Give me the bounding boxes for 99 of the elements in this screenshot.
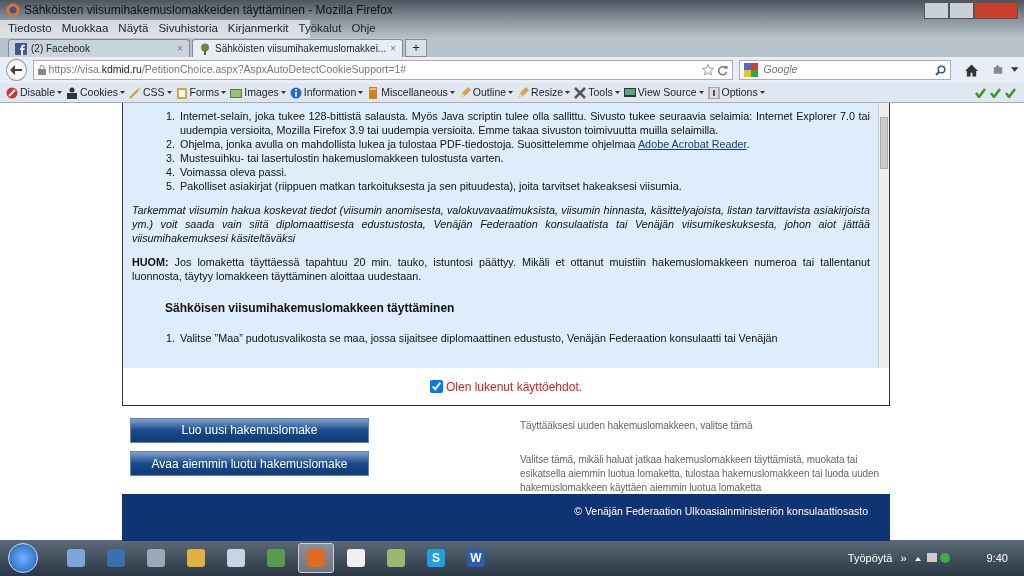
toolbar-menu[interactable]: Cookies — [66, 84, 125, 101]
list-item: Ohjelma, jonka avulla on mahdollista lukea ja tulostaa PDF-tiedostoja. Suosittelemme ohjelmaa Adobe Acrobat Reader. — [180, 137, 751, 151]
desktop-label[interactable]: Työpöytä — [847, 549, 893, 567]
caret-icon — [57, 91, 63, 94]
facebook-icon — [15, 42, 27, 55]
maximize-button[interactable] — [949, 1, 974, 19]
lock-icon — [37, 65, 46, 75]
menu-item[interactable]: Tiedosto — [8, 20, 52, 38]
caret-icon — [698, 91, 704, 94]
tools-icon — [574, 86, 587, 99]
arrow-icon — [10, 65, 23, 75]
caret-icon — [119, 91, 125, 94]
toolbar-menu[interactable]: Information — [289, 84, 364, 101]
toolbar-menu[interactable]: View Source — [623, 84, 704, 101]
menu-item[interactable]: Kirjanmerkit — [227, 20, 289, 38]
copyright-text: © Venäjän Federaation Ulkoasiainministeriön konsulaattiosasto — [574, 504, 868, 519]
toolbar-menu[interactable]: Miscellaneous — [367, 84, 455, 101]
pencil-icon — [458, 86, 471, 99]
pencil-icon — [517, 86, 530, 99]
check-icon — [1005, 87, 1016, 98]
url-text: https://visa.kdmid.ru/PetitionChoice.aspx?AspxAutoDetectCookieSupport=1# — [48, 62, 407, 78]
clipboard-icon — [175, 86, 188, 99]
toolbar-menu[interactable]: Resize — [517, 84, 571, 101]
toolbar-menu[interactable]: Options — [707, 84, 765, 101]
scrollbar[interactable] — [878, 103, 889, 368]
menu-item[interactable]: Ohje — [351, 20, 376, 38]
caret-icon — [565, 91, 571, 94]
home-icon[interactable] — [964, 63, 978, 77]
menu-item[interactable]: Näytä — [118, 20, 149, 38]
clock-text: 9:40 — [986, 550, 1008, 566]
list-item: Valitse ”Maa” pudotusvalikosta se maa, jossa sijaitsee diplomaattinen edustusto, Venäjän Federaation konsulaatti tai Venäjän — [180, 331, 779, 346]
toolbar-menu[interactable]: Images — [230, 84, 286, 101]
checkbox[interactable] — [429, 380, 443, 393]
list-number: 1. — [166, 331, 176, 346]
info-paragraph: Tarkemmat viisumin hakua koskevat tiedot (viisumin anomisesta, valokuvavaatimuksista, viisumin hinnasta, käsittelyajoista, listan tarvittavista asiakirjoista ym.) voit saada vain siitä diplomaattisesta edustustosta, Venäjän Federaation konsulaatista tai Venäjän viisumikeskuksesta, johon aiot jättää viisumihakemuksesi käsiteltäväksi — [132, 203, 870, 245]
reload-icon[interactable] — [716, 64, 728, 76]
action-description: Valitse tämä, mikäli haluat jatkaa hakemuslomakkeen täyttämistä, muokata tai esikatsella aiemmin luotua lomaketta, tulostaa hakemuslomakkeen tai luoda uuden hakemuslomakkeen käyttäen aiemmin luotua lomaketta — [520, 452, 880, 495]
window-title: Sähköisten viisumihakemuslomakkeiden täyttäminen - Mozilla Firefox — [24, 2, 393, 19]
menu-item[interactable]: Työkalut — [298, 20, 342, 38]
caret-icon — [280, 91, 286, 94]
app-letter-icon: S — [427, 549, 445, 567]
tree-icon — [199, 42, 211, 55]
monitor-icon — [623, 86, 636, 99]
minimize-button[interactable] — [924, 1, 949, 19]
search-icon[interactable] — [934, 64, 946, 76]
new-tab-button[interactable]: + — [405, 39, 428, 57]
caret-icon — [358, 91, 364, 94]
caret-icon — [614, 91, 620, 94]
book-icon — [367, 86, 380, 99]
toolbar-menu[interactable]: Tools — [574, 84, 620, 101]
firefox-icon — [6, 3, 20, 17]
caret-icon — [221, 91, 227, 94]
person-icon — [66, 86, 79, 99]
list-number: 2. — [166, 137, 176, 151]
list-item: Pakolliset asiakirjat (riippuen matkan tarkoituksesta ja sen pituudesta), joita tarvitset hakeaksesi viisumia. — [180, 179, 683, 193]
list-item: Voimassa oleva passi. — [180, 165, 288, 179]
list-item: Mustesuihku- tai lasertulostin hakemuslomakkeen tulostusta varten. — [180, 151, 505, 165]
checkbox-label: Olen lukenut käyttöehdot. — [445, 378, 583, 396]
check-icon — [975, 87, 986, 98]
chevron-icon[interactable]: » — [900, 549, 907, 567]
address-bar[interactable]: https://visa.kdmid.ru/PetitionChoice.aspx?AspxAutoDetectCookieSupport=1# — [32, 60, 733, 80]
caret-icon — [449, 91, 455, 94]
list-number: 4. — [166, 165, 176, 179]
app-letter-icon: W — [467, 549, 485, 567]
toolbar-menu[interactable]: Disable — [6, 84, 63, 101]
menu-item[interactable]: Muokkaa — [61, 20, 109, 38]
search-field[interactable]: Google — [738, 60, 951, 80]
picture-icon — [230, 86, 243, 99]
list-item: Internet-selain, joka tukee 128-bittistä salausta. Myös Java scriptin tulee olla sallittu. Sivusto tukee seuraavia selaimia: Internet Explorer 7.0 tai uudempia versioita, Mozilla Firefox 3.9 tai uudempia versioita. Emme takaa sivuston toimivuutta muilla selaimilla. — [180, 109, 870, 137]
wand-icon — [128, 86, 141, 99]
list-number: 3. — [166, 151, 176, 165]
back-button[interactable] — [6, 59, 27, 81]
check-icon — [990, 87, 1001, 98]
menu-item[interactable]: Sivuhistoria — [158, 20, 218, 38]
caret-icon — [166, 91, 172, 94]
taskbar-button[interactable]: W — [458, 543, 494, 573]
section-heading: Sähköisen viisumihakemuslomakkeen täyttäminen — [165, 301, 456, 316]
caret-icon — [759, 91, 765, 94]
toolbar-menu[interactable]: CSS — [128, 84, 172, 101]
google-icon — [743, 63, 758, 77]
note-paragraph: HUOM: Jos lomaketta täyttäessä tapahtuu 20 min. tauko, istuntosi päättyy. Mikäli et ottanut muistiin hakemuslomakkeen numeroa tai tallentanut luonnosta, täytyy lomakkeen täyttäminen aloittaa uudestaan. — [132, 255, 870, 283]
start-button[interactable] — [8, 543, 38, 573]
no-entry-icon — [6, 86, 18, 99]
caret-icon[interactable] — [1010, 67, 1018, 73]
acrobat-link[interactable]: Adobe Acrobat Reader — [637, 138, 747, 150]
info-icon — [289, 86, 302, 99]
action-description: Täyttääksesi uuden hakemuslomakkeen, valitse tämä — [520, 419, 754, 433]
document-icon — [707, 86, 720, 99]
tab-close-icon[interactable]: × — [390, 41, 397, 56]
browser-tab[interactable]: Sähköisten viisumihakemuslomakkei... × — [192, 39, 404, 57]
action-button[interactable]: Luo uusi hakemuslomake — [130, 417, 369, 443]
caret-icon — [508, 91, 514, 94]
list-number: 5. — [166, 179, 176, 193]
action-button[interactable]: Avaa aiemmin luotu hakemuslomake — [130, 451, 369, 476]
list-number: 1. — [166, 109, 176, 124]
toolbar-menu[interactable]: Outline — [458, 84, 514, 101]
browser-tab[interactable]: (2) Facebook × — [8, 39, 190, 57]
toolbar-menu[interactable]: Forms — [175, 84, 227, 101]
star-icon[interactable] — [701, 64, 714, 76]
